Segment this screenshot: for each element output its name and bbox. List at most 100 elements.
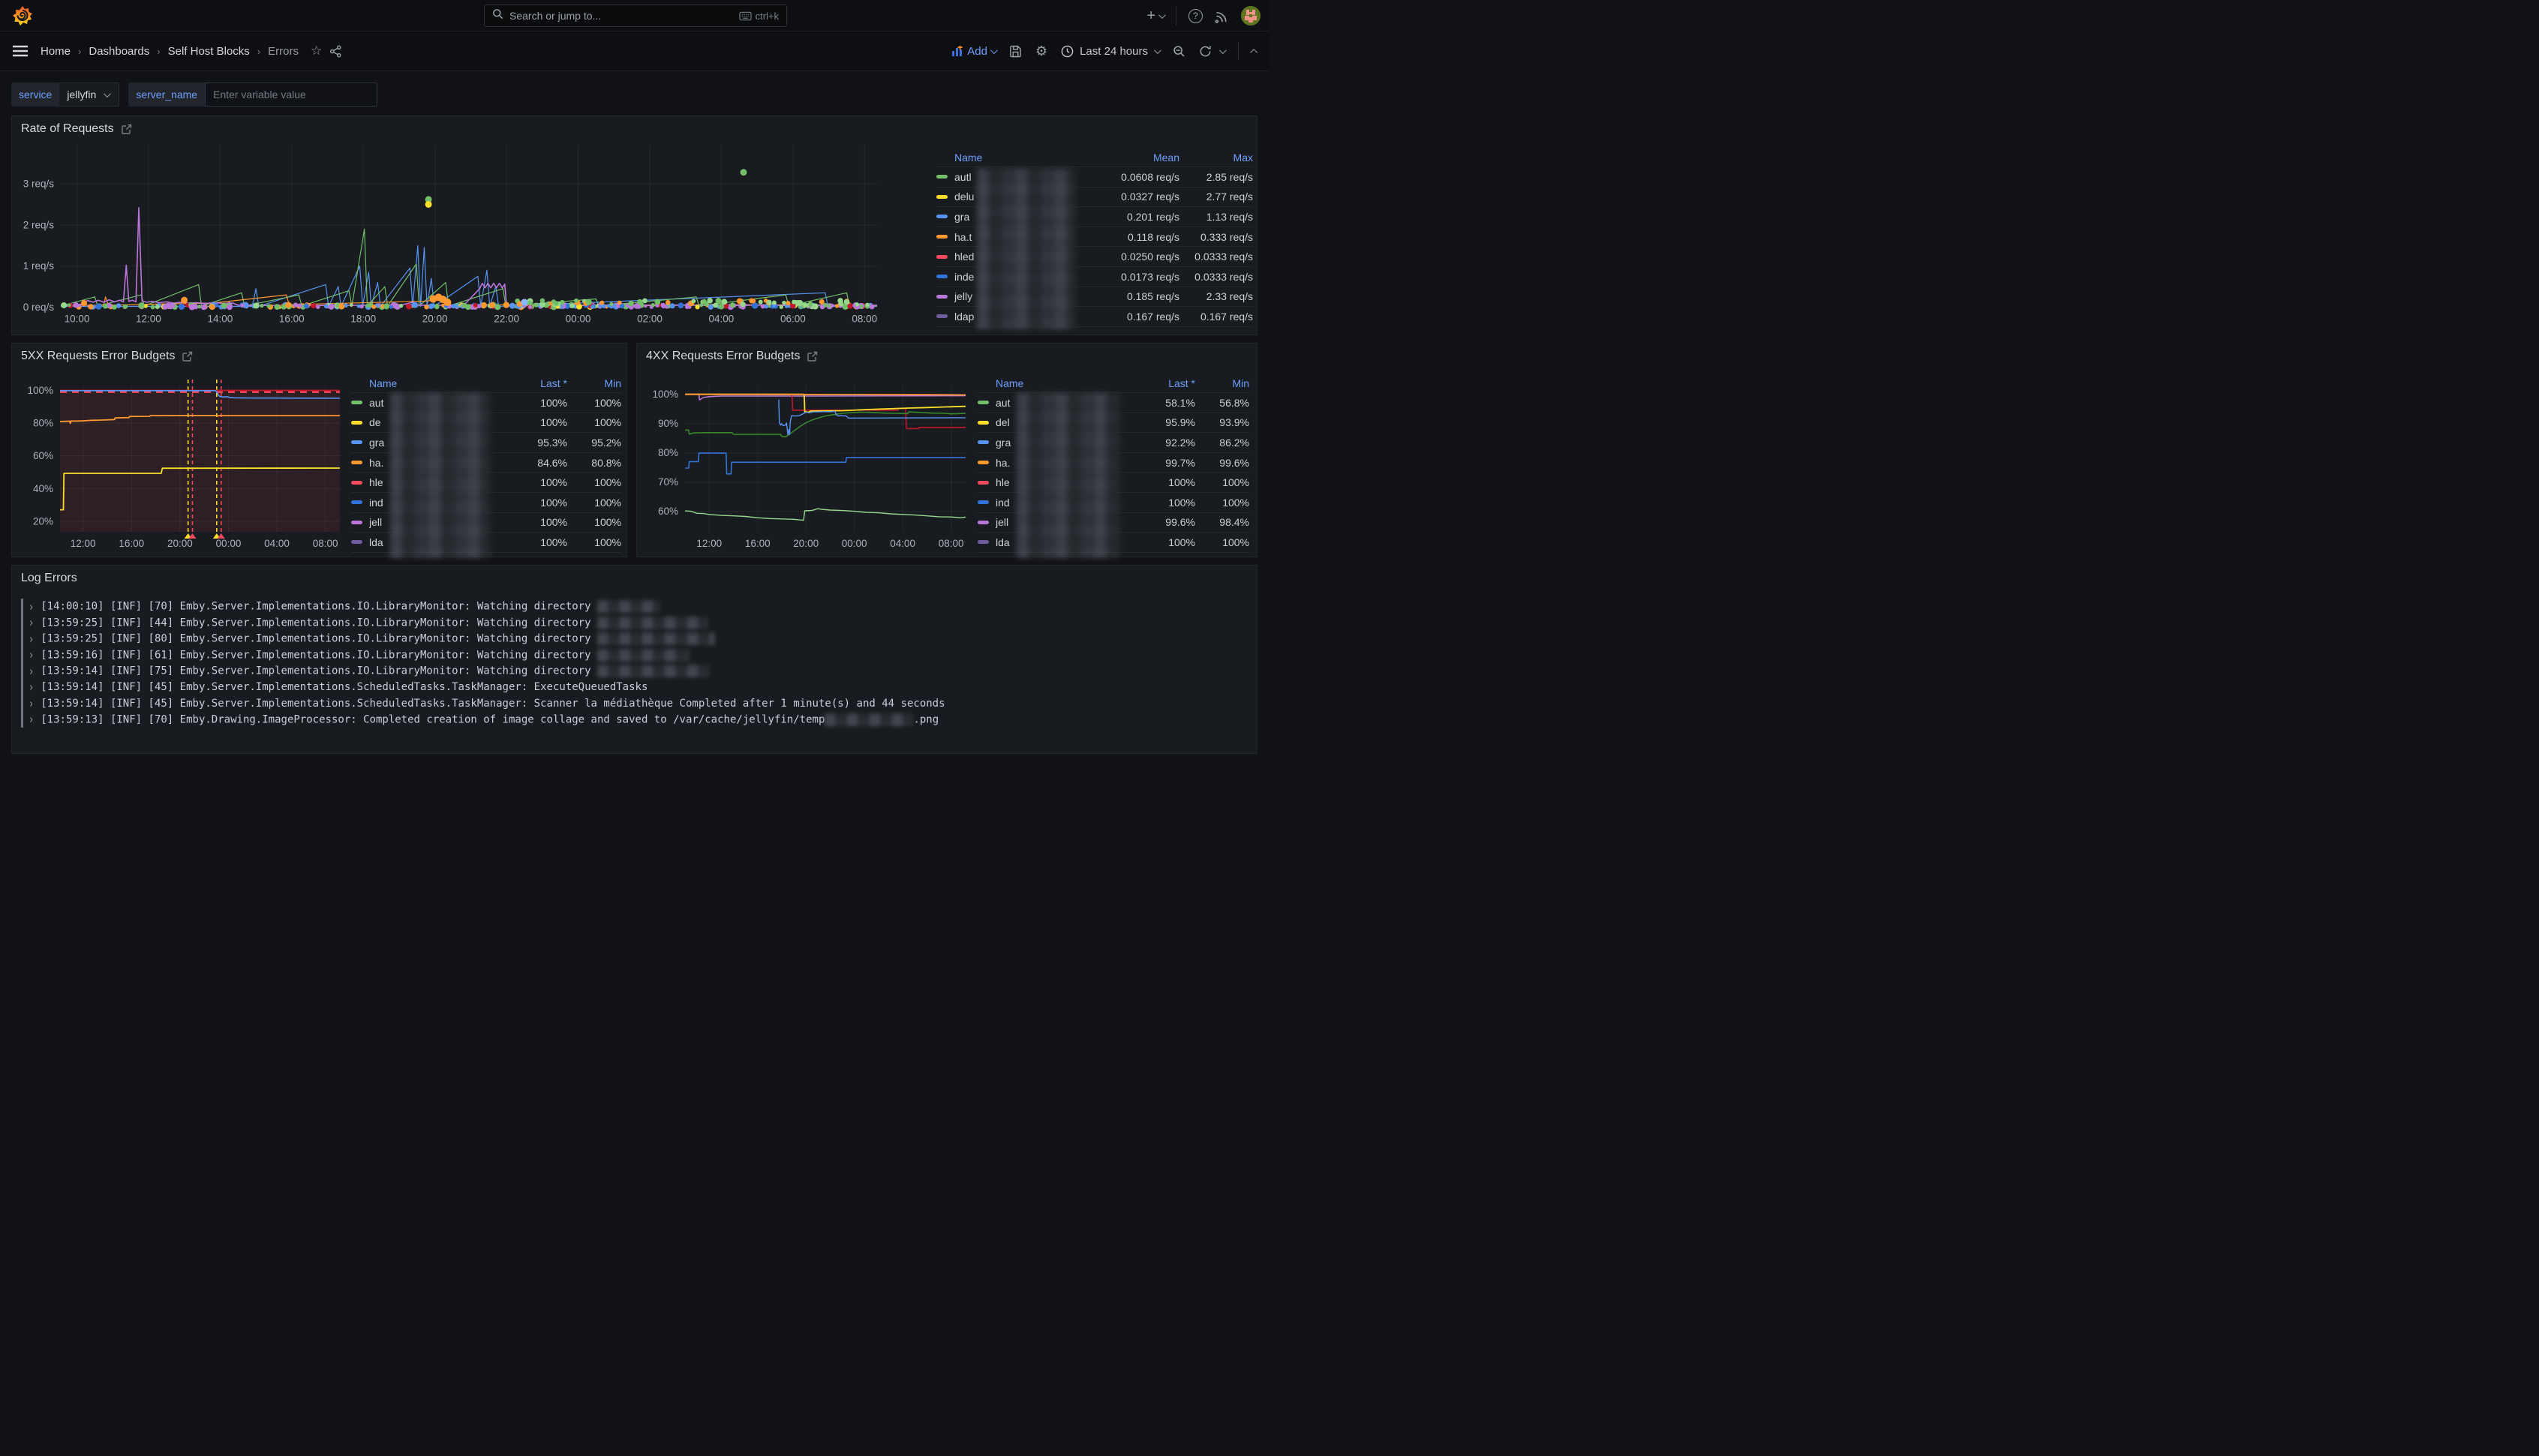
chevron-right-icon[interactable]: ›	[29, 599, 34, 614]
log-level-bar	[21, 680, 23, 696]
legend-col-3[interactable]: Min	[1195, 377, 1249, 389]
svg-text:20:00: 20:00	[422, 314, 448, 325]
svg-text:08:00: 08:00	[313, 538, 338, 549]
keyboard-icon	[739, 11, 752, 21]
svg-text:2 req/s: 2 req/s	[23, 219, 55, 230]
search-icon	[492, 8, 503, 23]
legend-col-name[interactable]: Name	[954, 152, 1093, 164]
avatar[interactable]	[1241, 6, 1260, 26]
series-color-pill	[351, 440, 362, 444]
svg-text:20%: 20%	[33, 515, 53, 527]
chevron-right-icon[interactable]: ›	[29, 680, 34, 695]
variable-server-input[interactable]: Enter variable value	[205, 83, 377, 107]
log-row[interactable]: › [13:59:16] [INF] [61] Emby.Server.Impl…	[21, 647, 1249, 664]
log-row[interactable]: › [14:00:10] [INF] [70] Emby.Server.Impl…	[21, 599, 1249, 615]
settings-gear-icon[interactable]: ⚙	[1035, 44, 1047, 59]
chevron-right-icon[interactable]: ›	[29, 615, 34, 630]
log-row[interactable]: › [13:59:13] [INF] [70] Emby.Drawing.Ima…	[21, 712, 1249, 728]
collapse-toolbar-icon[interactable]	[1252, 49, 1257, 54]
zoom-out-icon[interactable]	[1173, 45, 1185, 58]
breadcrumb-home[interactable]: Home	[41, 45, 71, 58]
legend-col-3[interactable]: Max	[1179, 152, 1253, 164]
log-level-bar	[21, 599, 23, 615]
series-color-pill	[936, 195, 948, 199]
new-button[interactable]: +	[1146, 8, 1164, 25]
breadcrumb: Home › Dashboards › Self Host Blocks › E…	[41, 44, 342, 59]
grafana-logo[interactable]	[12, 5, 33, 26]
series-color-pill	[936, 175, 948, 179]
log-row[interactable]: › [13:59:14] [INF] [45] Emby.Server.Impl…	[21, 680, 1249, 696]
legend-col-2[interactable]: Last *	[509, 377, 567, 389]
svg-text:04:00: 04:00	[709, 314, 735, 325]
help-icon[interactable]: ?	[1188, 9, 1203, 23]
chevron-right-icon[interactable]: ›	[29, 647, 34, 662]
svg-text:16:00: 16:00	[279, 314, 305, 325]
svg-text:3 req/s: 3 req/s	[23, 179, 55, 190]
svg-text:12:00: 12:00	[71, 538, 96, 549]
series-color-pill	[936, 255, 948, 259]
log-level-bar	[21, 647, 23, 664]
add-button[interactable]: Add	[951, 45, 996, 58]
log-level-bar	[21, 712, 23, 728]
legend-col-2[interactable]: Last *	[1137, 377, 1195, 389]
chevron-right-icon[interactable]: ›	[29, 664, 34, 679]
log-row[interactable]: › [13:59:25] [INF] [80] Emby.Server.Impl…	[21, 631, 1249, 647]
dashboard-content: service jellyfin server_name Enter varia…	[0, 72, 1270, 728]
redaction-block	[597, 632, 715, 645]
share-icon[interactable]	[329, 45, 342, 58]
series-color-pill	[351, 421, 362, 425]
series-color-pill	[351, 481, 362, 485]
search-placeholder: Search or jump to...	[509, 10, 733, 22]
redaction-block	[825, 713, 913, 726]
svg-text:1 req/s: 1 req/s	[23, 260, 55, 272]
legend-col-2[interactable]: Mean	[1093, 152, 1179, 164]
panel-title[interactable]: Log Errors	[21, 572, 77, 585]
chevron-right-icon[interactable]: ›	[29, 712, 34, 727]
star-icon[interactable]: ☆	[311, 44, 322, 59]
panel-5xx-error-budgets: 5XX Requests Error Budgets 20%40%60%80%1…	[11, 343, 627, 557]
breadcrumb-folder[interactable]: Self Host Blocks	[168, 45, 250, 58]
log-row[interactable]: › [13:59:14] [INF] [45] Emby.Server.Impl…	[21, 695, 1249, 712]
svg-text:02:00: 02:00	[637, 314, 663, 325]
svg-text:20:00: 20:00	[167, 538, 193, 549]
svg-text:80%: 80%	[658, 447, 678, 458]
log-level-bar	[21, 631, 23, 647]
shortcut-hint: ctrl+k	[739, 11, 779, 22]
menu-toggle-icon[interactable]	[12, 45, 29, 57]
svg-text:12:00: 12:00	[696, 538, 722, 549]
log-row[interactable]: › [13:59:25] [INF] [44] Emby.Server.Impl…	[21, 615, 1249, 632]
svg-text:70%: 70%	[658, 476, 678, 488]
chevron-right-icon[interactable]: ›	[29, 632, 34, 647]
svg-text:20:00: 20:00	[793, 538, 819, 549]
save-icon[interactable]	[1009, 45, 1022, 58]
news-icon[interactable]	[1215, 9, 1229, 23]
svg-text:16:00: 16:00	[745, 538, 771, 549]
divider	[1238, 41, 1239, 61]
legend-col-name[interactable]: Name	[369, 377, 509, 389]
series-color-pill	[978, 500, 989, 504]
breadcrumb-dashboards[interactable]: Dashboards	[89, 45, 149, 58]
series-color-pill	[351, 521, 362, 524]
log-row[interactable]: › [13:59:14] [INF] [75] Emby.Server.Impl…	[21, 663, 1249, 680]
legend-col-3[interactable]: Min	[567, 377, 621, 389]
svg-text:00:00: 00:00	[216, 538, 242, 549]
variable-service-select[interactable]: jellyfin	[59, 83, 119, 107]
svg-text:08:00: 08:00	[852, 314, 877, 325]
series-color-pill	[936, 275, 948, 278]
series-color-pill	[936, 215, 948, 218]
refresh-button[interactable]	[1199, 45, 1224, 58]
svg-text:40%: 40%	[33, 483, 53, 494]
search-input[interactable]: Search or jump to... ctrl+k	[484, 5, 787, 27]
svg-text:60%: 60%	[658, 506, 678, 517]
dashboard-toolbar: Home › Dashboards › Self Host Blocks › E…	[0, 32, 1270, 71]
time-range-picker[interactable]: Last 24 hours	[1061, 45, 1159, 58]
add-panel-icon	[951, 46, 964, 57]
legend-col-name[interactable]: Name	[996, 377, 1137, 389]
series-color-pill	[978, 421, 989, 425]
svg-text:00:00: 00:00	[842, 538, 867, 549]
log-level-bar	[21, 615, 23, 632]
svg-text:12:00: 12:00	[136, 314, 161, 325]
chevron-right-icon[interactable]: ›	[29, 696, 34, 711]
svg-text:0 req/s: 0 req/s	[23, 302, 55, 313]
panel-rate-of-requests: Rate of Requests 0 req/s1 req/s2 req/s3 …	[11, 116, 1257, 335]
